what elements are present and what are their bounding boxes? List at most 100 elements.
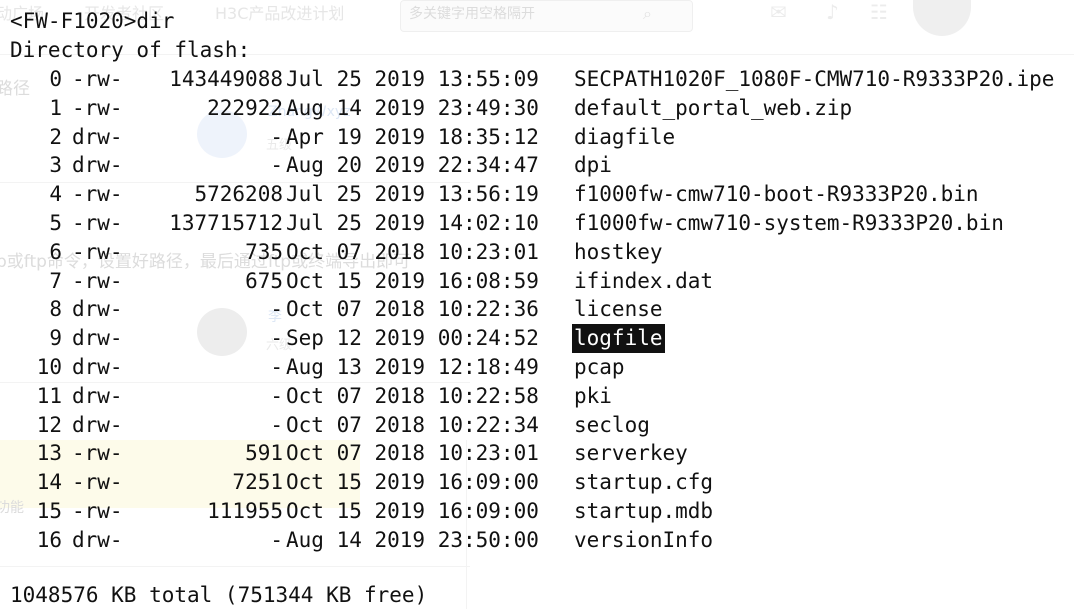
entry-permissions: drw-: [72, 124, 123, 149]
directory-entry: 11 drw- - Oct 07 2018 10:22:58 pki: [10, 382, 1070, 411]
entry-name[interactable]: dpi: [574, 151, 612, 180]
entry-permissions: -rw-: [72, 239, 123, 264]
search-icon[interactable]: ⌕: [643, 1, 652, 27]
directory-entry: 7 -rw- 675 Oct 15 2019 16:08:59 ifindex.dat: [10, 267, 1070, 296]
entry-permissions: -rw-: [72, 95, 123, 120]
directory-entry: 15 -rw- 111955 Oct 15 2019 16:09:00 startup.…: [10, 497, 1070, 526]
entry-size: 7251: [232, 470, 283, 495]
entry-index: 10: [36, 355, 62, 379]
entry-index: 13: [36, 441, 62, 466]
entry-permissions: -rw-: [72, 470, 123, 495]
cart-icon[interactable]: ☷: [870, 0, 888, 24]
entry-size: 675: [245, 268, 283, 293]
directory-header: Directory of flash:: [10, 38, 251, 62]
directory-entry: 13 -rw- 591 Oct 07 2018 10:23:01 serverkey: [10, 439, 1070, 468]
entry-date: Oct 07 2018 10:22:34: [286, 412, 539, 437]
entry-permissions: drw-: [72, 527, 123, 552]
entry-name[interactable]: startup.mdb: [574, 497, 713, 526]
entry-date: Oct 07 2018 10:23:01: [286, 239, 539, 264]
entry-name[interactable]: f1000fw-cmw710-boot-R9333P20.bin: [574, 180, 979, 209]
entry-index: 7: [49, 268, 62, 293]
entry-date: Oct 07 2018 10:22:36: [286, 297, 539, 322]
directory-entry: 5 -rw- 137715712 Jul 25 2019 14:02:10 f1000f…: [10, 209, 1070, 238]
entry-index: 5: [49, 211, 62, 235]
directory-entry: 12 drw- - Oct 07 2018 10:22:34 seclog: [10, 411, 1070, 440]
entry-size: 591: [245, 441, 283, 466]
entry-permissions: drw-: [72, 326, 123, 351]
entry-size: -: [270, 124, 283, 149]
entry-permissions: -rw-: [72, 441, 123, 466]
entry-index: 4: [49, 182, 62, 207]
directory-entry: 16 drw- - Aug 14 2019 23:50:00 versionInfo: [10, 526, 1070, 555]
entry-permissions: drw-: [72, 412, 123, 437]
entry-date: Aug 20 2019 22:34:47: [286, 153, 539, 178]
entry-size: -: [270, 383, 283, 408]
entry-size: 735: [245, 239, 283, 264]
entry-name[interactable]: SECPATH1020F_1080F-CMW710-R9333P20.ipe: [574, 65, 1054, 94]
directory-entry: 2 drw- - Apr 19 2019 18:35:12 diagfile: [10, 123, 1070, 152]
directory-entry: 8 drw- - Oct 07 2018 10:22:36 license: [10, 295, 1070, 324]
entry-date: Oct 15 2019 16:09:00: [286, 499, 539, 523]
entry-date: Sep 12 2019 00:24:52: [286, 326, 539, 351]
entry-permissions: drw-: [72, 297, 123, 322]
entry-name[interactable]: serverkey: [574, 439, 688, 468]
entry-size: -: [270, 153, 283, 178]
entry-index: 9: [49, 326, 62, 351]
entry-size: 5726208: [194, 182, 283, 207]
entry-date: Jul 25 2019 14:02:10: [286, 211, 539, 235]
entry-index: 8: [49, 297, 62, 322]
directory-entry: 10 drw- - Aug 13 2019 12:18:49 pcap: [10, 353, 1070, 382]
entry-name[interactable]: seclog: [574, 411, 650, 440]
entry-date: Oct 15 2019 16:09:00: [286, 470, 539, 495]
entry-name[interactable]: versionInfo: [574, 526, 713, 555]
mail-icon[interactable]: ✉: [770, 0, 787, 24]
search-placeholder: 多关键字用空格隔开: [409, 6, 535, 22]
entry-date: Apr 19 2019 18:35:12: [286, 124, 539, 149]
directory-summary: 1048576 KB total (751344 KB free): [10, 583, 428, 607]
entry-date: Aug 14 2019 23:50:00: [286, 527, 539, 552]
entry-date: Oct 07 2018 10:22:58: [286, 383, 539, 408]
entry-permissions: drw-: [72, 383, 123, 408]
entry-index: 16: [36, 527, 62, 552]
divider: [0, 566, 470, 567]
entry-permissions: -rw-: [72, 268, 123, 293]
entry-size: -: [270, 412, 283, 437]
directory-entry: 14 -rw- 7251 Oct 15 2019 16:09:00 startup.cf…: [10, 468, 1070, 497]
directory-entry: 4 -rw- 5726208 Jul 25 2019 13:56:19 f1000fw-…: [10, 180, 1070, 209]
bell-icon[interactable]: ♪: [826, 0, 839, 24]
entry-name[interactable]: startup.cfg: [574, 468, 713, 497]
entry-date: Oct 07 2018 10:23:01: [286, 441, 539, 466]
nav-item[interactable]: H3C产品改进计划: [215, 0, 344, 24]
directory-entry: 0 -rw- 143449088 Jul 25 2019 13:55:09 SECPAT…: [10, 65, 1070, 94]
entry-date: Jul 25 2019 13:55:09: [286, 67, 539, 91]
entry-name[interactable]: f1000fw-cmw710-system-R9333P20.bin: [574, 209, 1004, 238]
entry-date: Aug 14 2019 23:49:30: [286, 95, 539, 120]
entry-index: 12: [36, 412, 62, 437]
entry-index: 3: [49, 153, 62, 178]
entry-index: 0: [49, 67, 62, 91]
entry-name[interactable]: logfile: [572, 324, 665, 354]
entry-name[interactable]: pcap: [574, 353, 625, 382]
entry-permissions: drw-: [72, 355, 123, 379]
search-input[interactable]: 多关键字用空格隔开 ⌕: [400, 0, 693, 32]
entry-size: -: [270, 297, 283, 322]
entry-size: -: [270, 527, 283, 552]
entry-name[interactable]: default_portal_web.zip: [574, 94, 852, 123]
entry-name[interactable]: pki: [574, 382, 612, 411]
entry-name[interactable]: ifindex.dat: [574, 267, 713, 296]
entry-name[interactable]: hostkey: [574, 238, 663, 267]
entry-permissions: drw-: [72, 153, 123, 178]
entry-name[interactable]: diagfile: [574, 123, 675, 152]
entry-date: Jul 25 2019 13:56:19: [286, 182, 539, 207]
entry-index: 6: [49, 239, 62, 264]
directory-entry: 3 drw- - Aug 20 2019 22:34:47 dpi: [10, 151, 1070, 180]
directory-entry: 1 -rw- 222922 Aug 14 2019 23:49:30 default_p…: [10, 94, 1070, 123]
entry-name[interactable]: license: [574, 295, 663, 324]
entry-permissions: -rw-: [72, 67, 123, 91]
entry-date: Oct 15 2019 16:08:59: [286, 268, 539, 293]
entry-permissions: -rw-: [72, 182, 123, 207]
directory-entry: 9 drw- - Sep 12 2019 00:24:52 logfile: [10, 324, 1070, 354]
entry-size: 222922: [207, 95, 283, 120]
entry-index: 1: [49, 95, 62, 120]
entry-permissions: -rw-: [72, 499, 123, 523]
